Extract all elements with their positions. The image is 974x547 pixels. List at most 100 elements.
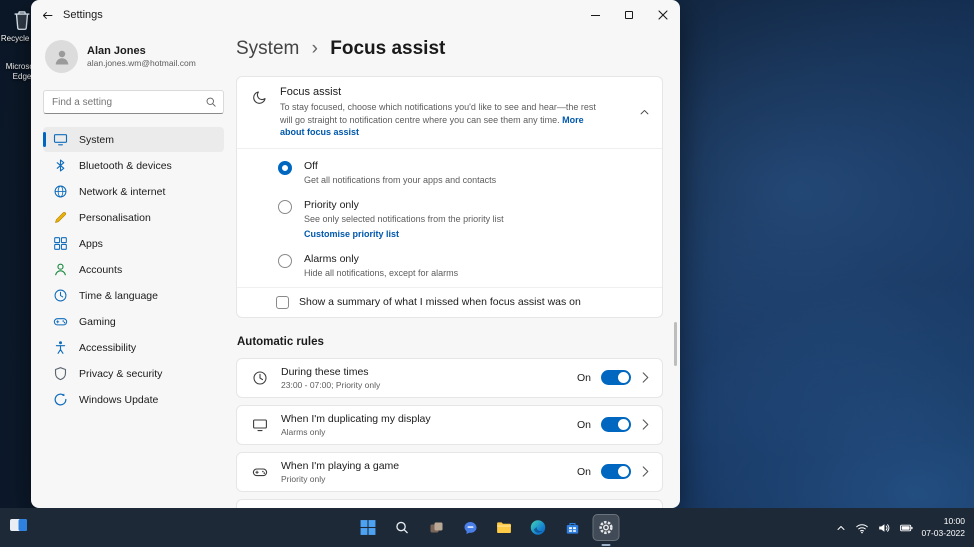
clock-icon: [54, 289, 67, 302]
maximize-button[interactable]: [612, 0, 646, 30]
sidebar-item-privacy-security[interactable]: Privacy & security: [43, 361, 224, 386]
system-icon: [53, 134, 68, 146]
rule-during-these-times[interactable]: During these times 23:00 - 07:00; Priori…: [236, 357, 663, 398]
windows-logo-icon: [360, 520, 376, 535]
rule-toggle[interactable]: [601, 464, 631, 480]
brush-icon: [55, 211, 67, 223]
task-view-button[interactable]: [423, 514, 450, 541]
sidebar-item-bluetooth-devices[interactable]: Bluetooth & devices: [43, 153, 224, 178]
clock-date: 07-03-2022: [921, 527, 965, 538]
sidebar-item-personalisation[interactable]: Personalisation: [43, 205, 224, 230]
rule-toggle[interactable]: [601, 370, 631, 386]
search-input[interactable]: [43, 90, 224, 114]
rule-fullscreen-app[interactable]: When I'm using an app in full screen mod…: [236, 498, 663, 508]
settings-app-button[interactable]: [592, 514, 620, 546]
edge-button[interactable]: [525, 514, 552, 541]
start-button[interactable]: [355, 514, 382, 541]
chat-bubble-icon: [464, 521, 476, 534]
focus-assist-header[interactable]: Focus assist To stay focused, choose whi…: [237, 77, 662, 148]
folder-icon: [497, 522, 511, 534]
sidebar-item-time-language[interactable]: Time & language: [43, 283, 224, 308]
minimize-button[interactable]: [578, 0, 612, 30]
rule-toggle[interactable]: [601, 417, 631, 433]
toggle-state-label: On: [576, 371, 591, 384]
battery-icon[interactable]: [899, 521, 914, 535]
file-explorer-button[interactable]: [491, 514, 518, 541]
taskbar-clock[interactable]: 10:00 07-03-2022: [922, 516, 965, 538]
option-label: Alarms only: [304, 252, 359, 265]
tray-chevron-up-icon[interactable]: [835, 522, 847, 534]
customise-priority-list-link[interactable]: Customise priority list: [304, 229, 504, 239]
desktop: Recycle Bin Microsoft Edge Settings Alan…: [0, 0, 974, 547]
rule-duplicating-display[interactable]: When I'm duplicating my display Alarms o…: [236, 404, 663, 445]
option-priority-only[interactable]: Priority only See only selected notifica…: [237, 192, 662, 246]
maximize-icon: [625, 11, 633, 19]
sidebar-item-accounts[interactable]: Accounts: [43, 257, 224, 282]
toggle-state-label: On: [576, 465, 591, 478]
sidebar-item-apps[interactable]: Apps: [43, 231, 224, 256]
breadcrumb-parent[interactable]: System: [236, 38, 299, 59]
toggle-knob: [618, 419, 629, 431]
sidebar-item-windows-update[interactable]: Windows Update: [43, 387, 224, 412]
back-button[interactable]: [31, 0, 63, 30]
display-icon: [253, 419, 267, 431]
scrollbar-thumb[interactable]: [674, 322, 677, 366]
sidebar-item-label: Network & internet: [79, 185, 166, 198]
radio-priority-only[interactable]: [278, 199, 292, 214]
focus-assist-card: Focus assist To stay focused, choose whi…: [236, 76, 663, 318]
sidebar-item-label: Gaming: [79, 315, 116, 328]
summary-checkbox-row[interactable]: Show a summary of what I missed when foc…: [237, 286, 662, 317]
close-icon: [658, 10, 668, 20]
account-email: alan.jones.wm@hotmail.com: [87, 58, 196, 68]
widgets-icon[interactable]: [9, 517, 28, 538]
account-row[interactable]: Alan Jones alan.jones.wm@hotmail.com: [43, 36, 224, 77]
sidebar-item-label: Apps: [79, 237, 103, 250]
game-controller-icon: [53, 318, 68, 326]
option-off[interactable]: Off Get all notifications from your apps…: [237, 153, 662, 192]
rule-title: When I'm duplicating my display: [281, 412, 431, 425]
volume-icon[interactable]: [877, 521, 891, 535]
rule-title: During these times: [281, 365, 369, 378]
task-view-icon: [430, 522, 442, 532]
search-icon: [206, 97, 216, 107]
summary-checkbox[interactable]: [276, 295, 289, 309]
breadcrumb: System › Focus assist: [236, 38, 663, 60]
close-button[interactable]: [646, 0, 680, 30]
system-tray: 10:00 07-03-2022: [835, 508, 965, 547]
rule-playing-game[interactable]: When I'm playing a game Priority only On: [236, 451, 663, 492]
edge-icon: [530, 520, 546, 535]
taskbar-search-button[interactable]: [389, 514, 416, 541]
toggle-knob: [618, 372, 629, 384]
settings-window: Settings Alan Jones alan.jones.wm@hotmai…: [31, 0, 680, 508]
focus-options: Off Get all notifications from your apps…: [237, 147, 662, 287]
accessibility-icon: [55, 341, 66, 354]
sidebar-item-label: Personalisation: [79, 211, 151, 224]
titlebar: Settings: [31, 0, 680, 30]
chevron-right-icon: [642, 372, 649, 383]
update-arrows-icon: [54, 393, 67, 406]
search-icon: [396, 521, 408, 534]
store-button[interactable]: [559, 514, 586, 541]
option-alarms-only[interactable]: Alarms only Hide all notifications, exce…: [237, 246, 662, 285]
chat-button[interactable]: [457, 514, 484, 541]
sidebar-item-label: Bluetooth & devices: [79, 159, 172, 172]
focus-assist-title: Focus assist: [280, 86, 342, 98]
back-arrow-icon: [42, 11, 52, 19]
sidebar-item-gaming[interactable]: Gaming: [43, 309, 224, 334]
sidebar-item-system[interactable]: System: [43, 127, 224, 152]
automatic-rules-heading: Automatic rules: [237, 335, 324, 348]
network-icon[interactable]: [855, 521, 869, 535]
game-controller-icon: [252, 468, 268, 476]
rule-subtitle: 23:00 - 07:00; Priority only: [281, 379, 381, 390]
radio-alarms-only[interactable]: [278, 253, 292, 268]
window-title: Settings: [63, 9, 103, 21]
moon-icon: [253, 91, 266, 104]
sidebar-item-accessibility[interactable]: Accessibility: [43, 335, 224, 360]
globe-icon: [54, 185, 67, 198]
account-name: Alan Jones: [87, 45, 146, 57]
sidebar-item-network-internet[interactable]: Network & internet: [43, 179, 224, 204]
page-title: Focus assist: [330, 38, 446, 59]
chevron-up-icon[interactable]: [639, 107, 650, 118]
option-label: Priority only: [304, 198, 359, 211]
radio-off[interactable]: [278, 160, 292, 175]
